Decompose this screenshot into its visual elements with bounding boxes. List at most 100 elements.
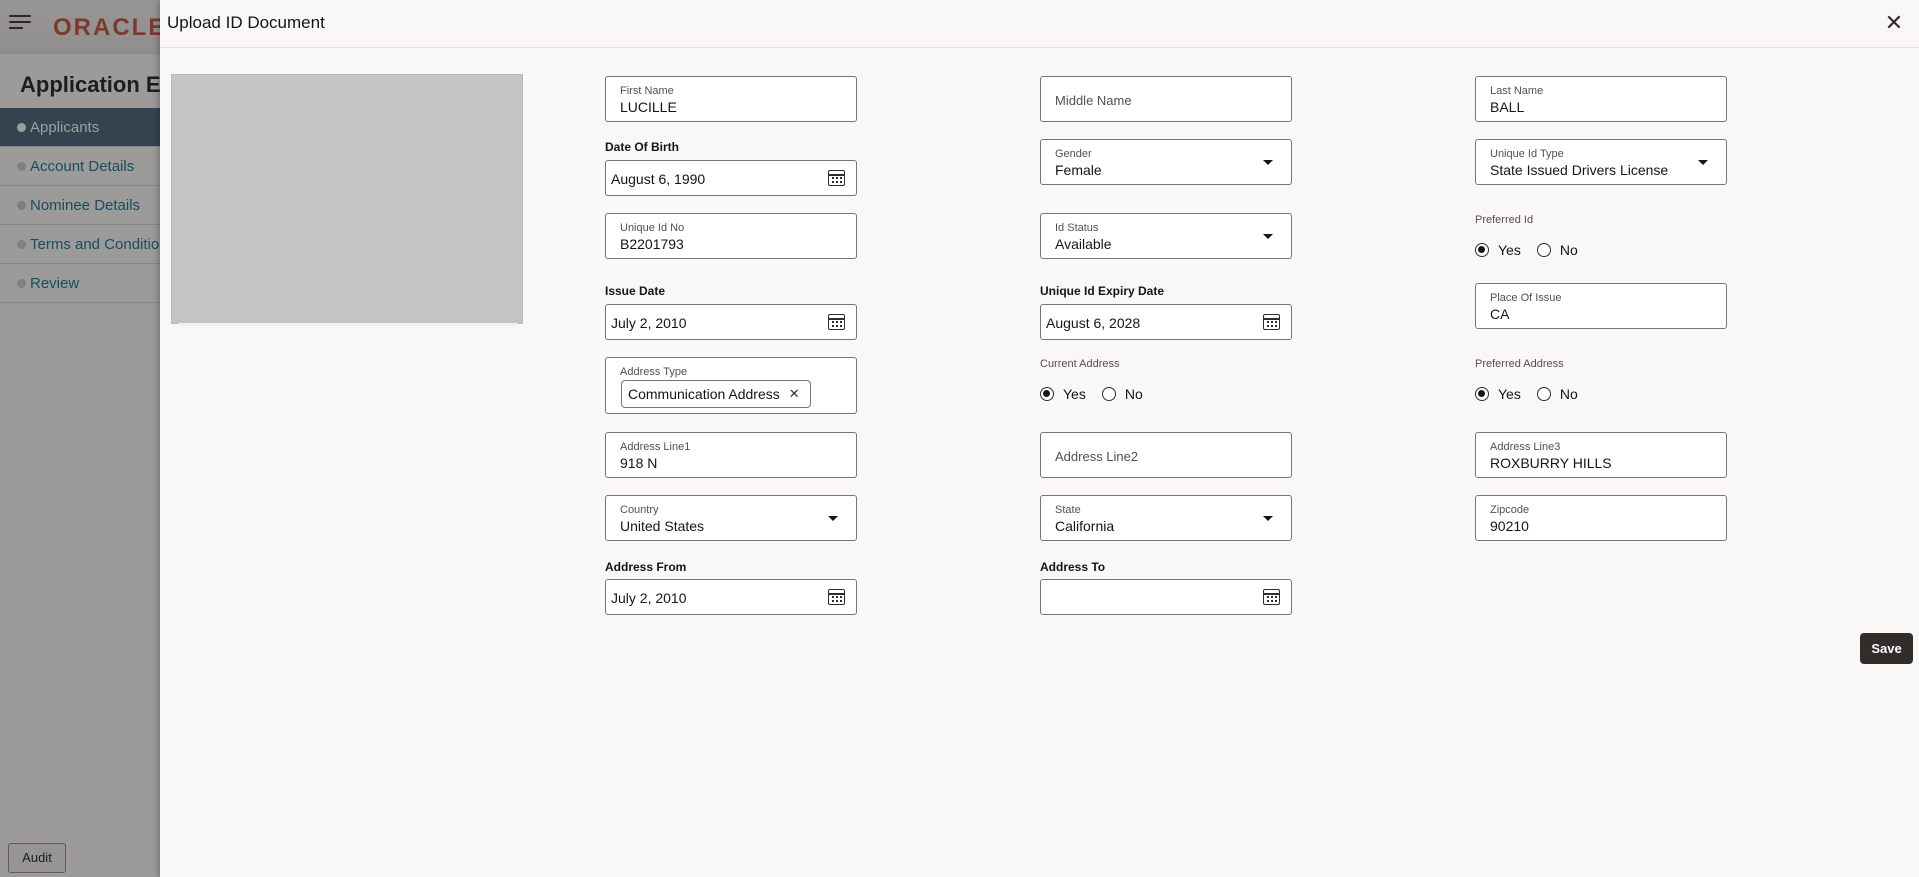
- country-select[interactable]: Country United States: [605, 495, 857, 541]
- current-address-label: Current Address: [1040, 358, 1120, 370]
- calendar-icon[interactable]: [828, 170, 845, 186]
- address-line3-label: Address Line3: [1490, 441, 1561, 453]
- expiry-date-value: August 6, 2028: [1046, 315, 1141, 331]
- address-line1-field[interactable]: Address Line1 918 N: [605, 432, 857, 478]
- address-line3-field[interactable]: Address Line3 ROXBURRY HILLS: [1475, 432, 1727, 478]
- unique-id-type-label: Unique Id Type: [1490, 148, 1564, 160]
- address-from-label: Address From: [605, 560, 687, 574]
- preferred-id-radiogroup: Yes No: [1475, 242, 1594, 258]
- middle-name-field[interactable]: Middle Name: [1040, 76, 1292, 122]
- calendar-icon[interactable]: [828, 314, 845, 330]
- place-of-issue-value: CA: [1490, 306, 1510, 322]
- calendar-icon[interactable]: [828, 589, 845, 605]
- radio-checked-icon[interactable]: [1475, 243, 1489, 257]
- current-address-yes[interactable]: Yes: [1040, 386, 1086, 402]
- country-label: Country: [620, 504, 659, 516]
- unique-id-no-value: B2201793: [620, 236, 684, 252]
- address-from-field[interactable]: July 2, 2010: [605, 579, 857, 615]
- address-line1-value: 918 N: [620, 455, 658, 471]
- state-label: State: [1055, 504, 1081, 516]
- preferred-id-no[interactable]: No: [1536, 242, 1578, 258]
- preferred-id-yes-label: Yes: [1498, 242, 1521, 258]
- current-address-no-label: No: [1124, 386, 1143, 402]
- address-line2-field[interactable]: Address Line2: [1040, 432, 1292, 478]
- gender-value: Female: [1055, 162, 1102, 178]
- current-address-yes-label: Yes: [1063, 386, 1086, 402]
- save-button[interactable]: Save: [1860, 633, 1913, 664]
- issue-date-label: Issue Date: [605, 284, 666, 298]
- calendar-icon[interactable]: [1263, 589, 1280, 605]
- address-type-select[interactable]: Address Type Communication Address ✕: [605, 357, 857, 414]
- preview-scrollbar[interactable]: [178, 323, 518, 326]
- last-name-field[interactable]: Last Name BALL: [1475, 76, 1727, 122]
- upload-id-dialog: Upload ID Document ✕ First Name LUCILLE …: [160, 0, 1919, 877]
- last-name-value: BALL: [1490, 99, 1525, 115]
- middle-name-placeholder: Middle Name: [1055, 93, 1132, 108]
- id-status-label: Id Status: [1055, 222, 1099, 234]
- unique-id-type-select[interactable]: Unique Id Type State Issued Drivers Lice…: [1475, 139, 1727, 185]
- expiry-date-label: Unique Id Expiry Date: [1040, 284, 1165, 298]
- gender-label: Gender: [1055, 148, 1092, 160]
- radio-unchecked-icon[interactable]: [1536, 243, 1551, 257]
- unique-id-no-field[interactable]: Unique Id No B2201793: [605, 213, 857, 259]
- unique-id-type-value: State Issued Drivers License: [1490, 162, 1669, 178]
- address-line1-label: Address Line1: [620, 441, 691, 453]
- address-to-label: Address To: [1040, 560, 1106, 574]
- chevron-down-icon: [1263, 234, 1273, 239]
- dob-value: August 6, 1990: [611, 171, 706, 187]
- gender-select[interactable]: Gender Female: [1040, 139, 1292, 185]
- unique-id-no-label: Unique Id No: [620, 222, 685, 234]
- first-name-value: LUCILLE: [620, 99, 677, 115]
- expiry-date-field[interactable]: August 6, 2028: [1040, 304, 1292, 340]
- issue-date-field[interactable]: July 2, 2010: [605, 304, 857, 340]
- radio-checked-icon[interactable]: [1475, 387, 1489, 401]
- chevron-down-icon: [1698, 160, 1708, 165]
- address-line3-value: ROXBURRY HILLS: [1490, 455, 1612, 471]
- address-to-field[interactable]: [1040, 579, 1292, 615]
- dialog-header: Upload ID Document ✕: [160, 0, 1919, 48]
- radio-checked-icon[interactable]: [1040, 387, 1054, 401]
- preferred-address-no[interactable]: No: [1536, 386, 1578, 402]
- dob-label: Date Of Birth: [605, 140, 680, 154]
- remove-tag-icon[interactable]: ✕: [789, 386, 800, 402]
- state-select[interactable]: State California: [1040, 495, 1292, 541]
- current-address-radiogroup: Yes No: [1040, 386, 1159, 402]
- first-name-label: First Name: [620, 85, 674, 97]
- id-status-value: Available: [1055, 236, 1112, 252]
- radio-unchecked-icon[interactable]: [1536, 387, 1551, 401]
- chevron-down-icon: [1263, 516, 1273, 521]
- zipcode-field[interactable]: Zipcode 90210: [1475, 495, 1727, 541]
- preferred-id-label: Preferred Id: [1475, 214, 1534, 226]
- document-preview: [171, 74, 523, 326]
- place-of-issue-label: Place Of Issue: [1490, 292, 1562, 304]
- radio-unchecked-icon[interactable]: [1101, 387, 1116, 401]
- preferred-address-radiogroup: Yes No: [1475, 386, 1594, 402]
- address-type-tag-label: Communication Address: [628, 386, 780, 402]
- address-type-tag: Communication Address ✕: [621, 380, 811, 408]
- address-type-label: Address Type: [620, 366, 688, 378]
- zipcode-value: 90210: [1490, 518, 1529, 534]
- chevron-down-icon: [828, 516, 838, 521]
- calendar-icon[interactable]: [1263, 314, 1280, 330]
- zipcode-label: Zipcode: [1490, 504, 1530, 516]
- last-name-label: Last Name: [1490, 85, 1544, 97]
- preferred-address-yes[interactable]: Yes: [1475, 386, 1521, 402]
- dob-field[interactable]: August 6, 1990: [605, 160, 857, 196]
- place-of-issue-field[interactable]: Place Of Issue CA: [1475, 283, 1727, 329]
- preferred-address-yes-label: Yes: [1498, 386, 1521, 402]
- first-name-field[interactable]: First Name LUCILLE: [605, 76, 857, 122]
- address-line2-placeholder: Address Line2: [1055, 449, 1139, 464]
- close-icon[interactable]: ✕: [1883, 12, 1905, 34]
- current-address-no[interactable]: No: [1101, 386, 1143, 402]
- country-value: United States: [620, 518, 705, 534]
- dialog-title: Upload ID Document: [167, 13, 325, 32]
- preferred-id-no-label: No: [1559, 242, 1578, 258]
- preferred-address-no-label: No: [1559, 386, 1578, 402]
- address-from-value: July 2, 2010: [611, 590, 687, 606]
- preferred-address-label: Preferred Address: [1475, 358, 1564, 370]
- preferred-id-yes[interactable]: Yes: [1475, 242, 1521, 258]
- state-value: California: [1055, 518, 1115, 534]
- issue-date-value: July 2, 2010: [611, 315, 687, 331]
- id-status-select[interactable]: Id Status Available: [1040, 213, 1292, 259]
- chevron-down-icon: [1263, 160, 1273, 165]
